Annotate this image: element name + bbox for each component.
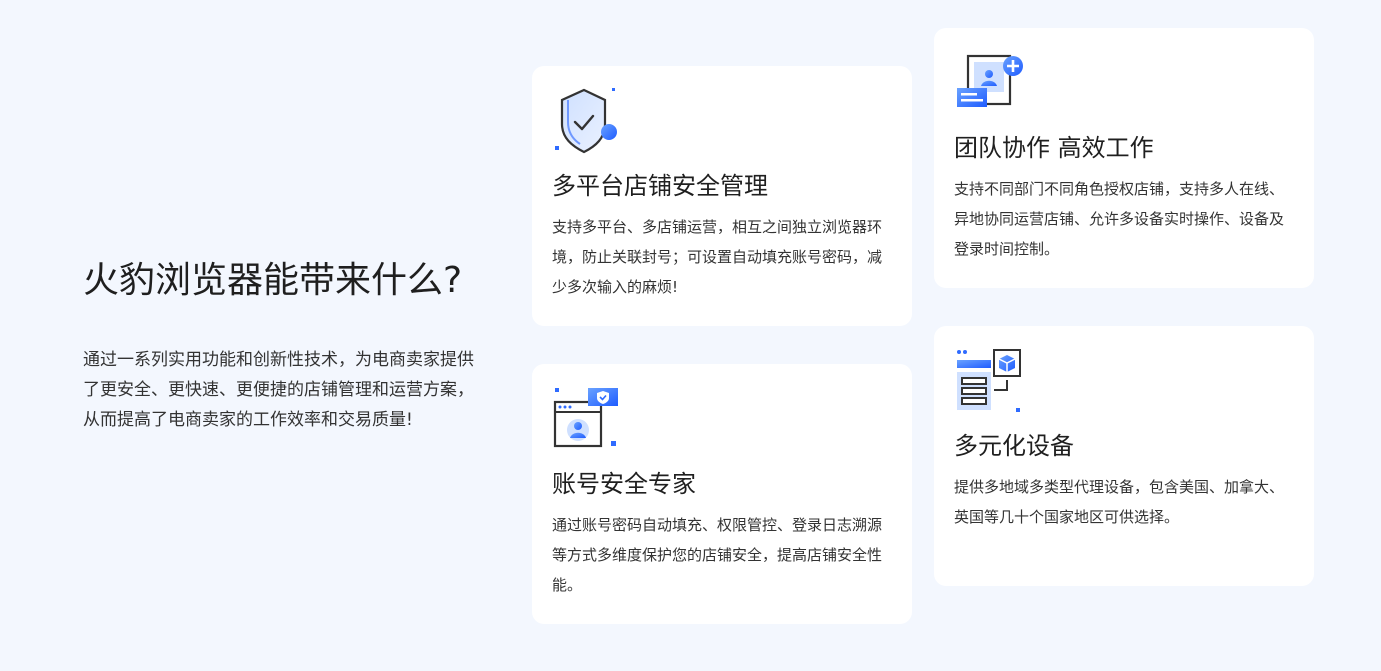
card-title: 账号安全专家 — [552, 470, 696, 498]
card-description: 支持多平台、多店铺运营，相互之间独立浏览器环境，防止关联封号；可设置自动填充账号… — [552, 218, 883, 296]
browser-user-shield-icon — [553, 388, 618, 448]
card-description: 提供多地域多类型代理设备，包含美国、加拿大、英国等几十个国家地区可供选择。 — [954, 478, 1285, 526]
intro-description: 通过一系列实用功能和创新性技术，为电商卖家提供了更安全、更快速、更便捷的店铺管理… — [83, 350, 474, 430]
feature-card-account-security: 账号安全专家 通过账号密码自动填充、权限管控、登录日志溯源等方式多维度保护您的店… — [532, 364, 912, 624]
feature-card-diverse-devices: 多元化设备 提供多地域多类型代理设备，包含美国、加拿大、英国等几十个国家地区可供… — [934, 326, 1314, 586]
server-devices-icon — [957, 349, 1021, 412]
team-add-user-icon — [957, 54, 1023, 107]
card-description: 支持不同部门不同角色授权店铺，支持多人在线、异地协同运营店铺、允许多设备实时操作… — [954, 180, 1285, 258]
card-title: 多元化设备 — [954, 432, 1074, 460]
card-title: 团队协作 高效工作 — [954, 134, 1154, 162]
shield-check-icon — [555, 88, 617, 154]
feature-card-multiplatform-security: 多平台店铺安全管理 支持多平台、多店铺运营，相互之间独立浏览器环境，防止关联封号… — [532, 66, 912, 326]
feature-card-team-collaboration: 团队协作 高效工作 支持不同部门不同角色授权店铺，支持多人在线、异地协同运营店铺… — [934, 28, 1314, 288]
page-title: 火豹浏览器能带来什么? — [83, 260, 463, 301]
intro-section: 火豹浏览器能带来什么? 通过一系列实用功能和创新性技术，为电商卖家提供了更安全、… — [83, 255, 488, 452]
card-title: 多平台店铺安全管理 — [552, 172, 768, 200]
card-description: 通过账号密码自动填充、权限管控、登录日志溯源等方式多维度保护您的店铺安全，提高店… — [552, 516, 883, 594]
